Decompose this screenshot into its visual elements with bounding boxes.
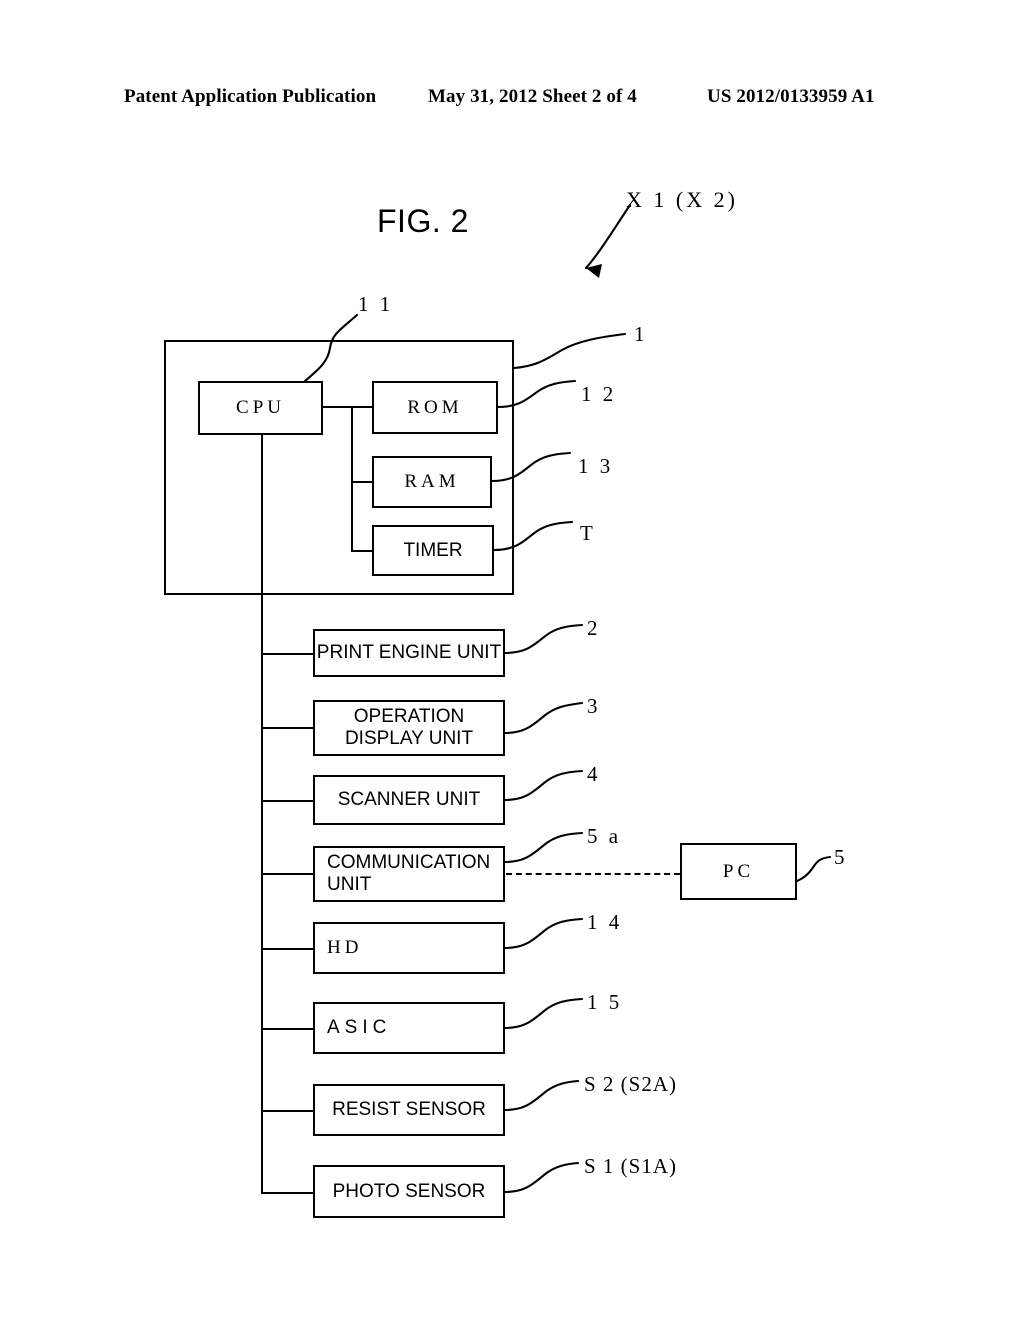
- leader-lines-overlay: [303, 203, 832, 1194]
- ref-timer: T: [580, 521, 596, 545]
- block-timer: TIMER: [372, 525, 494, 576]
- connector-cpu-rom: [322, 406, 373, 408]
- connector-bus-operation-display: [261, 727, 314, 729]
- connector-bus-resist-sensor: [261, 1110, 314, 1112]
- block-print-engine-unit-label: PRINT ENGINE UNIT: [316, 642, 502, 664]
- block-rom: ROM: [372, 381, 498, 434]
- block-scanner-unit: SCANNER UNIT: [313, 775, 505, 825]
- block-ram-label: RAM: [404, 471, 460, 493]
- ref-ram: 1 3: [578, 454, 614, 478]
- block-asic: ASIC: [313, 1002, 505, 1054]
- ref-cpu: 1 1: [358, 292, 394, 316]
- connector-internal-ram: [351, 481, 374, 483]
- ref-print-engine: 2: [587, 616, 601, 640]
- leader-system-label: [584, 203, 632, 270]
- block-hd-label: HD: [327, 937, 363, 959]
- ref-photo-sensor: S 1 (S1A): [584, 1154, 678, 1178]
- ref-pc: 5: [834, 845, 848, 869]
- connector-bus-internal-vertical: [351, 406, 353, 552]
- ref-controller: 1: [634, 322, 648, 346]
- block-operation-display-unit-line1: OPERATION: [353, 706, 465, 728]
- leader-hd: [503, 917, 584, 950]
- leader-print-engine: [503, 623, 584, 655]
- block-hd: HD: [313, 922, 505, 974]
- header-patent-number: US 2012/0133959 A1: [707, 86, 875, 107]
- ref-communication: 5 a: [587, 824, 622, 848]
- leader-controller: [512, 332, 627, 370]
- arrowhead-system-label: [586, 264, 602, 278]
- leader-operation-display: [503, 701, 584, 735]
- block-resist-sensor-label: RESIST SENSOR: [332, 1099, 486, 1121]
- block-print-engine-unit: PRINT ENGINE UNIT: [313, 629, 505, 677]
- block-timer-label: TIMER: [403, 539, 463, 561]
- block-rom-label: ROM: [407, 396, 463, 418]
- block-communication-unit-line2: UNIT: [327, 874, 372, 895]
- connector-bus-photo-sensor: [261, 1192, 314, 1194]
- connector-communication-pc-dashed: [506, 873, 680, 875]
- main-bus-vertical: [261, 434, 263, 1194]
- block-operation-display-unit-line2: DISPLAY UNIT: [344, 728, 474, 749]
- figure-title: FIG. 2: [377, 203, 469, 239]
- block-communication-unit-line1: COMMUNICATION: [327, 852, 491, 874]
- ref-operation-display: 3: [587, 694, 601, 718]
- block-pc: PC: [680, 843, 797, 900]
- block-cpu-label: CPU: [236, 397, 285, 419]
- connector-bus-scanner: [261, 800, 314, 802]
- system-label: X 1 (X 2): [626, 187, 738, 212]
- block-resist-sensor: RESIST SENSOR: [313, 1084, 505, 1136]
- patent-drawing-sheet: Patent Application Publication May 31, 2…: [0, 0, 1024, 1320]
- connector-bus-asic: [261, 1028, 314, 1030]
- leader-communication: [503, 831, 584, 864]
- block-operation-display-unit: OPERATION DISPLAY UNIT: [313, 700, 505, 756]
- block-pc-label: PC: [722, 860, 755, 882]
- connector-bus-communication: [261, 873, 314, 875]
- ref-scanner: 4: [587, 762, 601, 786]
- ref-asic: 1 5: [587, 990, 623, 1014]
- block-ram: RAM: [372, 456, 492, 508]
- block-scanner-unit-label: SCANNER UNIT: [337, 789, 481, 811]
- block-communication-unit: COMMUNICATION UNIT: [313, 846, 505, 902]
- ref-rom: 1 2: [581, 382, 617, 406]
- leader-photo-sensor: [503, 1161, 580, 1194]
- ref-resist-sensor: S 2 (S2A): [584, 1072, 678, 1096]
- leader-resist-sensor: [503, 1079, 580, 1112]
- leader-asic: [503, 997, 584, 1030]
- header-publication: Patent Application Publication: [124, 86, 377, 107]
- connector-bus-print-engine: [261, 653, 314, 655]
- block-asic-label: ASIC: [327, 1017, 392, 1039]
- block-photo-sensor: PHOTO SENSOR: [313, 1165, 505, 1218]
- ref-hd: 1 4: [587, 910, 623, 934]
- leader-scanner: [503, 769, 584, 802]
- block-photo-sensor-label: PHOTO SENSOR: [332, 1180, 486, 1202]
- connector-internal-timer: [351, 550, 374, 552]
- connector-bus-hd: [261, 948, 314, 950]
- block-cpu: CPU: [198, 381, 323, 435]
- leader-pc: [795, 855, 832, 883]
- header-date-sheet: May 31, 2012 Sheet 2 of 4: [428, 86, 637, 107]
